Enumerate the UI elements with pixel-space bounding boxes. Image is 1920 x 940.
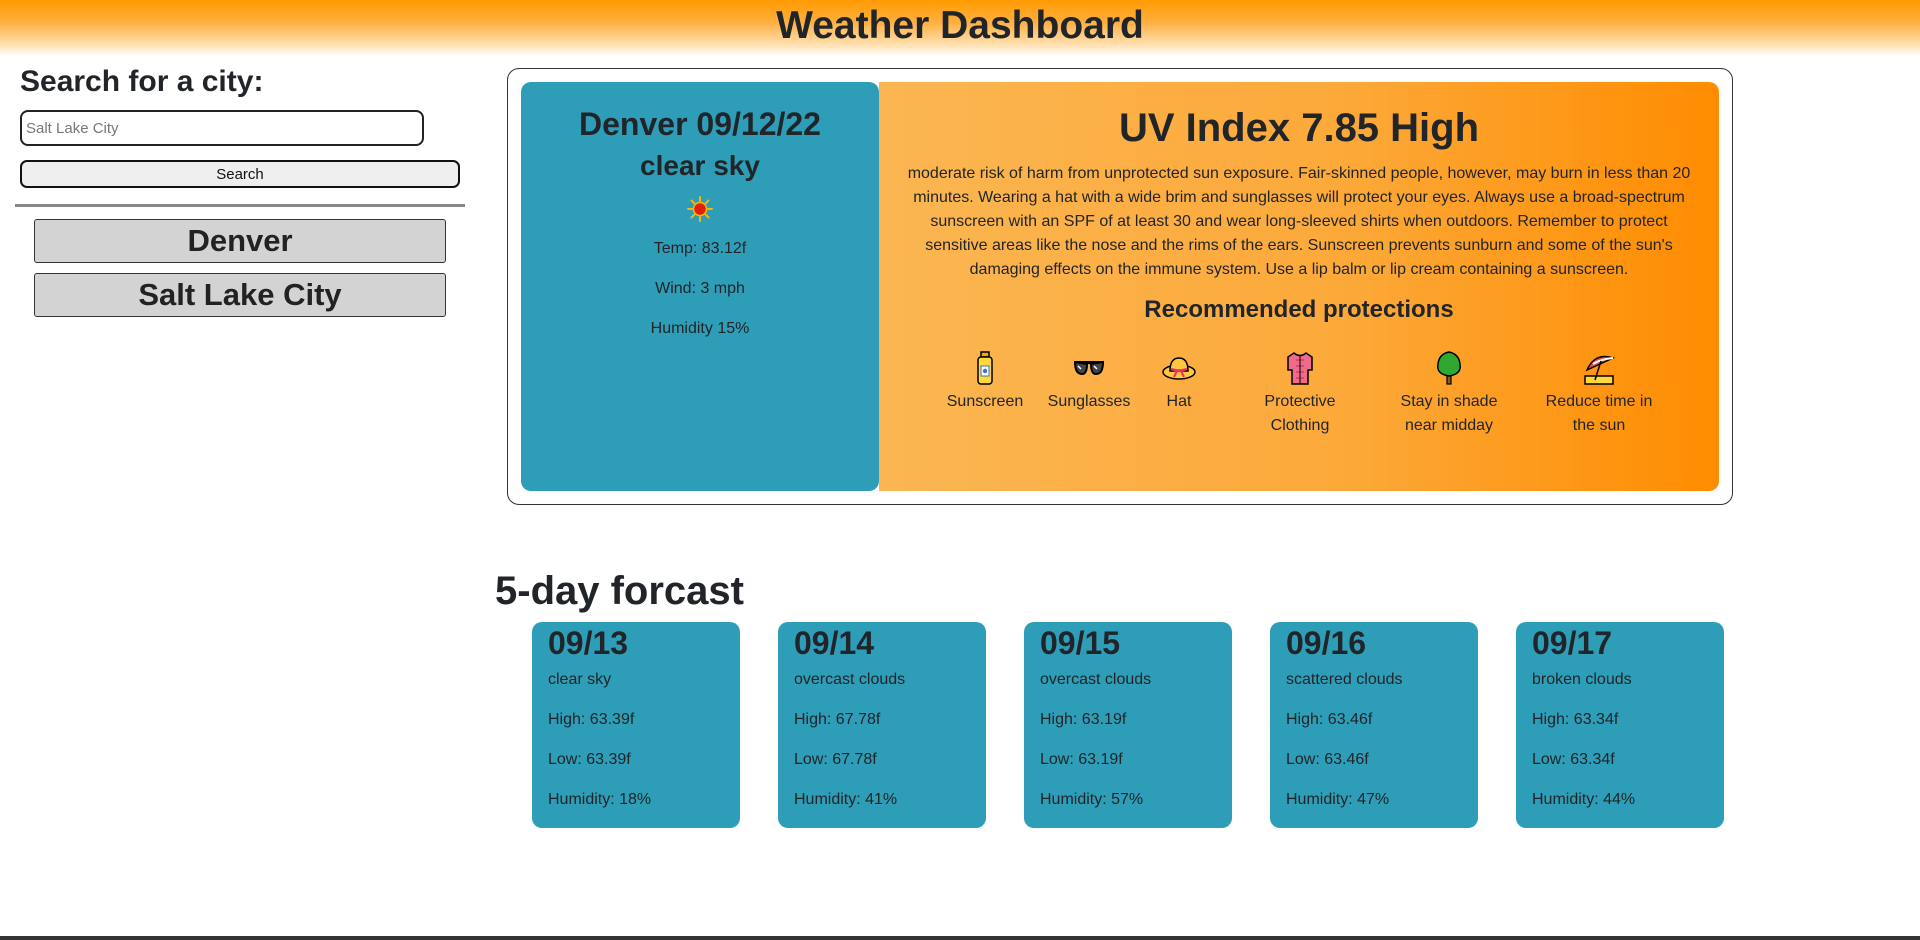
- forecast-high: High: 63.34f: [1532, 711, 1619, 728]
- uv-index-title: UV Index 7.85 High: [1118, 106, 1480, 150]
- forecast-description: clear sky: [548, 671, 612, 688]
- forecast-low: Low: 67.78f: [794, 751, 877, 768]
- forecast-high: High: 63.46f: [1286, 711, 1373, 728]
- forecast-title: 5-day forcast: [495, 569, 744, 613]
- protection-hat: Hat: [1149, 350, 1209, 414]
- protection-clothing: Protective Clothing: [1235, 350, 1365, 438]
- sun-icon: [687, 196, 713, 222]
- forecast-card: 09/15 overcast clouds High: 63.19f Low: …: [1024, 622, 1232, 828]
- protection-reduce-time: Reduce time in the sun: [1534, 350, 1664, 438]
- forecast-description: broken clouds: [1532, 671, 1632, 688]
- forecast-card: 09/13 clear sky High: 63.39f Low: 63.39f…: [532, 622, 740, 828]
- forecast-date: 09/14: [794, 625, 875, 661]
- history-button-denver[interactable]: Denver: [34, 219, 446, 263]
- protection-sunscreen: Sunscreen: [940, 350, 1030, 414]
- protection-label: Sunscreen: [946, 393, 1024, 410]
- history-button-salt-lake-city[interactable]: Salt Lake City: [34, 273, 446, 317]
- protection-label: Reduce time in the sun: [1545, 393, 1653, 434]
- page-title: Weather Dashboard: [776, 4, 1144, 47]
- forecast-description: scattered clouds: [1286, 671, 1403, 688]
- hat-icon: [1162, 357, 1196, 380]
- forecast-description: overcast clouds: [794, 671, 906, 688]
- forecast-humidity: Humidity: 41%: [794, 791, 898, 808]
- recommended-protections-title: Recommended protections: [1144, 296, 1454, 323]
- today-weather-card: Denver 09/12/22 clear sky Temp: 83.12f W…: [521, 82, 879, 491]
- today-description: clear sky: [640, 150, 760, 181]
- forecast-card: 09/16 scattered clouds High: 63.46f Low:…: [1270, 622, 1478, 828]
- forecast-low: Low: 63.46f: [1286, 751, 1369, 768]
- protection-label: Stay in shade near midday: [1400, 393, 1498, 434]
- forecast-description: overcast clouds: [1040, 671, 1152, 688]
- today-city-date: Denver 09/12/22: [579, 106, 821, 142]
- forecast-low: Low: 63.39f: [548, 751, 631, 768]
- protection-sunglasses: Sunglasses: [1044, 350, 1134, 414]
- forecast-humidity: Humidity: 44%: [1532, 791, 1636, 808]
- sunglasses-icon: [1073, 360, 1105, 376]
- protection-label: Hat: [1166, 393, 1192, 410]
- search-label: Search for a city:: [20, 65, 264, 98]
- shirt-icon: [1287, 352, 1313, 385]
- forecast-humidity: Humidity: 18%: [548, 791, 652, 808]
- page-header: Weather Dashboard: [0, 0, 1920, 56]
- sidebar-divider: [15, 204, 465, 207]
- forecast-high: High: 63.19f: [1040, 711, 1127, 728]
- forecast-humidity: Humidity: 47%: [1286, 791, 1390, 808]
- uv-index-card: UV Index 7.85 High moderate risk of harm…: [879, 82, 1719, 491]
- search-button[interactable]: Search: [20, 160, 460, 188]
- sunscreen-icon: [977, 351, 993, 385]
- window-bottom-edge: [0, 936, 1920, 940]
- today-wind: Wind: 3 mph: [655, 280, 745, 297]
- today-humidity: Humidity 15%: [650, 320, 750, 337]
- protections-list: Sunscreen Sunglasses Hat Protective Clot…: [879, 350, 1719, 460]
- forecast-card: 09/17 broken clouds High: 63.34f Low: 63…: [1516, 622, 1724, 828]
- protection-shade: Stay in shade near midday: [1384, 350, 1514, 438]
- forecast-low: Low: 63.19f: [1040, 751, 1123, 768]
- forecast-humidity: Humidity: 57%: [1040, 791, 1144, 808]
- umbrella-icon: [1584, 355, 1616, 385]
- forecast-low: Low: 63.34f: [1532, 751, 1615, 768]
- forecast-date: 09/16: [1286, 625, 1367, 661]
- forecast-date: 09/15: [1040, 625, 1121, 661]
- forecast-high: High: 67.78f: [794, 711, 881, 728]
- forecast-high: High: 63.39f: [548, 711, 635, 728]
- forecast-date: 09/17: [1532, 625, 1613, 661]
- protection-label: Sunglasses: [1047, 393, 1131, 410]
- forecast-card: 09/14 overcast clouds High: 67.78f Low: …: [778, 622, 986, 828]
- uv-description: moderate risk of harm from unprotected s…: [907, 165, 1691, 278]
- forecast-date: 09/13: [548, 625, 629, 661]
- city-search-input[interactable]: [20, 110, 424, 146]
- protection-label: Protective Clothing: [1264, 393, 1336, 434]
- tree-icon: [1436, 351, 1462, 385]
- today-temp: Temp: 83.12f: [653, 240, 747, 257]
